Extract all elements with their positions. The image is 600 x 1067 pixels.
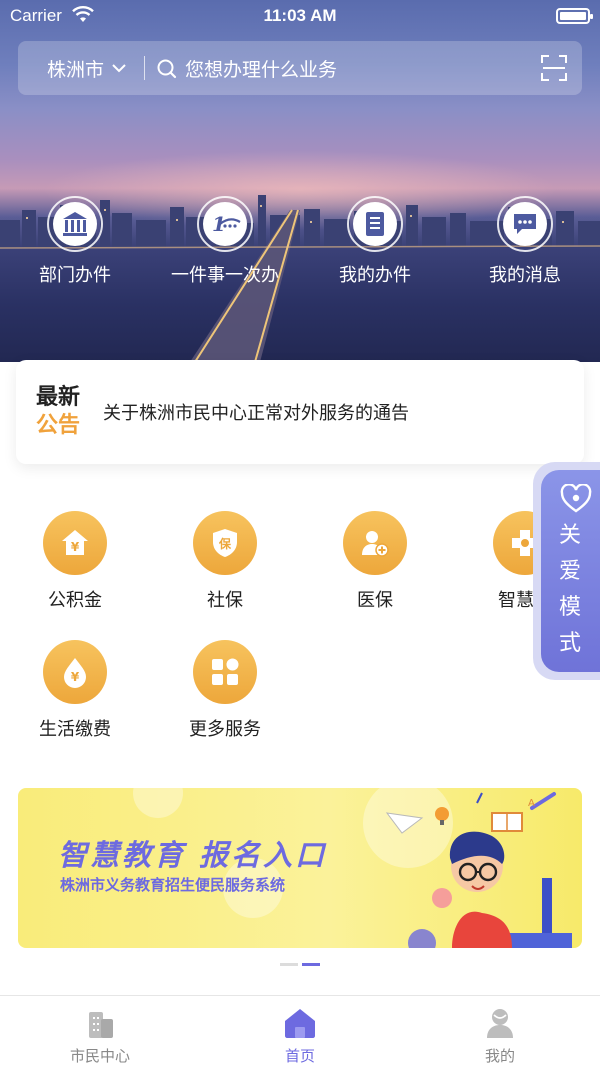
service-social-security[interactable]: 保 社保 bbox=[150, 511, 300, 612]
carousel-dot[interactable] bbox=[280, 963, 298, 966]
one-thing-icon: 1 bbox=[212, 212, 241, 236]
care-mode-toggle[interactable]: 关爱模式 bbox=[533, 462, 600, 680]
shortcut-label: 我的办件 bbox=[339, 265, 411, 286]
city-label: 株洲市 bbox=[47, 58, 105, 81]
social-security-icon: 保 bbox=[213, 529, 237, 557]
tab-label: 市民中心 bbox=[69, 1047, 130, 1065]
more-services-icon bbox=[212, 658, 239, 685]
education-banner[interactable]: 智慧教育 报名入口 株洲市义务教育招生便民服务系统 A bbox=[18, 788, 582, 948]
svg-text:¥: ¥ bbox=[71, 670, 80, 684]
search-input[interactable]: 您想办理什么业务 bbox=[185, 55, 337, 82]
tag-line-2: 公告 bbox=[36, 413, 81, 438]
city-selector[interactable]: 株洲市 bbox=[18, 55, 126, 82]
tab-bar: 市民中心 首页 我的 bbox=[0, 995, 600, 1067]
shortcut-label: 一件事一次办 bbox=[171, 265, 279, 286]
service-housing-fund[interactable]: ¥ 公积金 bbox=[0, 511, 150, 612]
tag-line-1: 最新 bbox=[36, 385, 81, 410]
tab-home[interactable]: 首页 bbox=[200, 996, 400, 1067]
shortcut-label: 部门办件 bbox=[39, 265, 111, 286]
medical-insurance-icon bbox=[362, 531, 389, 557]
service-label: 医保 bbox=[357, 590, 393, 611]
tab-label: 我的 bbox=[484, 1047, 515, 1065]
shortcut-department-cases[interactable]: 部门办件 bbox=[0, 196, 150, 287]
divider bbox=[144, 56, 146, 80]
service-label: 社保 bbox=[207, 590, 243, 611]
service-label: 生活缴费 bbox=[39, 719, 111, 740]
announcement-tag: 最新 公告 bbox=[36, 384, 86, 440]
service-label: 更多服务 bbox=[189, 719, 261, 740]
announcement-card[interactable]: 最新 公告 关于株洲市民中心正常对外服务的通告 bbox=[16, 360, 584, 464]
shortcut-my-cases[interactable]: 我的办件 bbox=[300, 196, 450, 287]
service-label: 公积金 bbox=[48, 590, 102, 611]
tab-mine[interactable]: 我的 bbox=[400, 996, 600, 1067]
carousel-dot-active[interactable] bbox=[302, 963, 320, 966]
quick-actions: 部门办件 1 一件事一次办 我的办件 我的消息 bbox=[0, 196, 600, 287]
banner-subtitle: 株洲市义务教育招生便民服务系统 bbox=[60, 876, 286, 894]
heart-care-icon bbox=[560, 484, 592, 513]
service-medical-insurance[interactable]: 医保 bbox=[300, 511, 450, 612]
search-icon bbox=[157, 59, 177, 78]
service-more[interactable]: 更多服务 bbox=[150, 640, 300, 741]
care-mode-label: 关爱模式 bbox=[558, 523, 581, 656]
svg-text:保: 保 bbox=[218, 536, 232, 551]
decor-bubble bbox=[133, 788, 183, 818]
message-icon bbox=[514, 214, 536, 234]
shortcut-my-messages[interactable]: 我的消息 bbox=[450, 196, 600, 287]
shortcut-one-thing[interactable]: 1 一件事一次办 bbox=[150, 196, 300, 287]
home-icon bbox=[285, 1009, 315, 1038]
clock: 11:03 AM bbox=[263, 6, 337, 25]
chevron-down-icon bbox=[112, 63, 126, 72]
svg-text:¥: ¥ bbox=[71, 540, 80, 554]
banner-title: 智慧教育 报名入口 bbox=[58, 838, 328, 872]
battery-icon bbox=[556, 8, 593, 24]
student-illustration: A bbox=[385, 792, 572, 948]
carousel-indicator bbox=[0, 963, 600, 966]
svg-text:A: A bbox=[528, 798, 535, 809]
search-bar[interactable]: 株洲市 您想办理什么业务 bbox=[18, 41, 582, 95]
government-building-icon bbox=[63, 212, 87, 236]
document-list-icon bbox=[366, 212, 384, 236]
svg-text:1: 1 bbox=[212, 212, 226, 236]
shortcut-label: 我的消息 bbox=[489, 265, 561, 286]
tab-label: 首页 bbox=[284, 1047, 315, 1065]
scan-icon[interactable] bbox=[540, 54, 568, 82]
housing-fund-icon: ¥ bbox=[62, 530, 88, 555]
tab-citizen-center[interactable]: 市民中心 bbox=[0, 996, 200, 1067]
utility-payment-icon: ¥ bbox=[64, 658, 86, 688]
status-bar: Carrier 11:03 AM bbox=[0, 0, 600, 32]
building-icon bbox=[89, 1012, 113, 1038]
announcement-text[interactable]: 关于株洲市民中心正常对外服务的通告 bbox=[103, 399, 409, 425]
user-icon bbox=[487, 1009, 513, 1038]
service-utility-payment[interactable]: ¥ 生活缴费 bbox=[0, 640, 150, 741]
